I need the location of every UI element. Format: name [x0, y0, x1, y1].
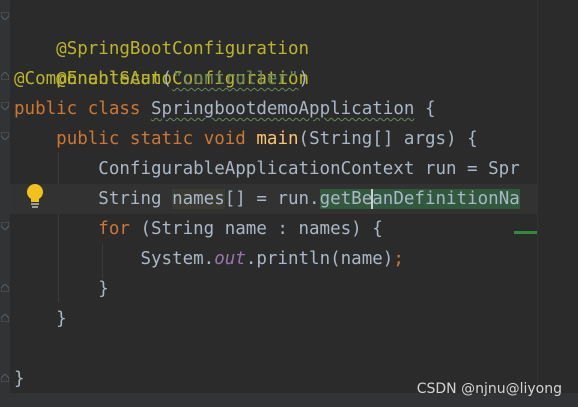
- method-call-token: getBeanDefinitionNa: [319, 189, 520, 209]
- type-token: String: [98, 189, 173, 209]
- vertical-scrollbar[interactable]: [537, 0, 578, 395]
- brace-token: }: [56, 309, 67, 329]
- keyword-token: void: [203, 129, 246, 149]
- brace-token: }: [14, 369, 25, 389]
- keyword-token: public: [56, 129, 120, 149]
- method-call-part: anDefinitionNa: [372, 189, 520, 209]
- call-token: .println(name): [245, 249, 394, 269]
- keyword-token: for: [98, 219, 130, 239]
- fold-marker-icon[interactable]: [1, 132, 9, 140]
- code-line-10[interactable]: }: [14, 274, 109, 304]
- fold-marker-icon[interactable]: [1, 314, 9, 322]
- fold-marker-icon[interactable]: [1, 12, 9, 20]
- string-literal: "controller": [172, 69, 299, 89]
- code-line-8[interactable]: for (String name : names) {: [14, 214, 383, 244]
- editor-gutter[interactable]: [0, 0, 10, 407]
- change-marker: [514, 231, 538, 234]
- code-line-1[interactable]: @SpringBootConfiguration: [14, 4, 309, 59]
- class-name-token: SpringbootdemoApplication: [151, 99, 415, 119]
- keyword-token: public: [14, 99, 78, 119]
- code-line-13[interactable]: }: [14, 364, 25, 394]
- keyword-token: class: [87, 99, 141, 119]
- method-call-part: getBe: [319, 189, 373, 209]
- brace-token: }: [98, 279, 109, 299]
- watermark: CSDN @njnu@liyong: [416, 381, 562, 397]
- for-header-token: (String name : names) {: [129, 219, 383, 239]
- code-line-9[interactable]: System.out.println(name);: [14, 244, 404, 274]
- code-line-7-current[interactable]: String names[] = run.getBeanDefinitionNa: [10, 184, 538, 214]
- fold-marker-icon[interactable]: [1, 222, 9, 230]
- brace-token: {: [424, 99, 436, 119]
- keyword-token: static: [129, 129, 194, 149]
- annotation-token: @ComponentScan: [14, 69, 162, 89]
- method-name-token: main: [256, 129, 299, 149]
- statement-token: ConfigurableApplicationContext run = Spr: [98, 159, 520, 179]
- fold-marker-icon[interactable]: [1, 102, 9, 110]
- code-line-11[interactable]: }: [14, 304, 67, 334]
- code-line-6[interactable]: ConfigurableApplicationContext run = Spr: [14, 154, 520, 184]
- code-editor[interactable]: @SpringBootConfiguration @EnableAutoConf…: [0, 0, 578, 407]
- paren-token: (: [161, 69, 173, 89]
- lightbulb-icon[interactable]: [24, 183, 46, 209]
- code-line-2[interactable]: @EnableAutoConfiguration: [14, 34, 309, 89]
- assign-token: [] = run.: [224, 189, 320, 209]
- static-field-token: out: [214, 249, 246, 269]
- code-line-4[interactable]: public class SpringbootdemoApplication {: [14, 94, 436, 124]
- code-line-3[interactable]: @ComponentScan("controller"): [14, 64, 309, 94]
- variable-token-highlighted: names: [172, 189, 225, 209]
- class-ref-token: System.: [140, 249, 215, 269]
- fold-marker-icon[interactable]: [1, 284, 9, 292]
- fold-marker-icon[interactable]: [1, 374, 9, 382]
- semicolon-token: ;: [393, 249, 404, 269]
- params-token: (String[] args) {: [298, 129, 478, 149]
- paren-token: ): [298, 69, 310, 89]
- fold-marker-icon[interactable]: [1, 72, 9, 80]
- code-line-5[interactable]: public static void main(String[] args) {: [14, 124, 478, 154]
